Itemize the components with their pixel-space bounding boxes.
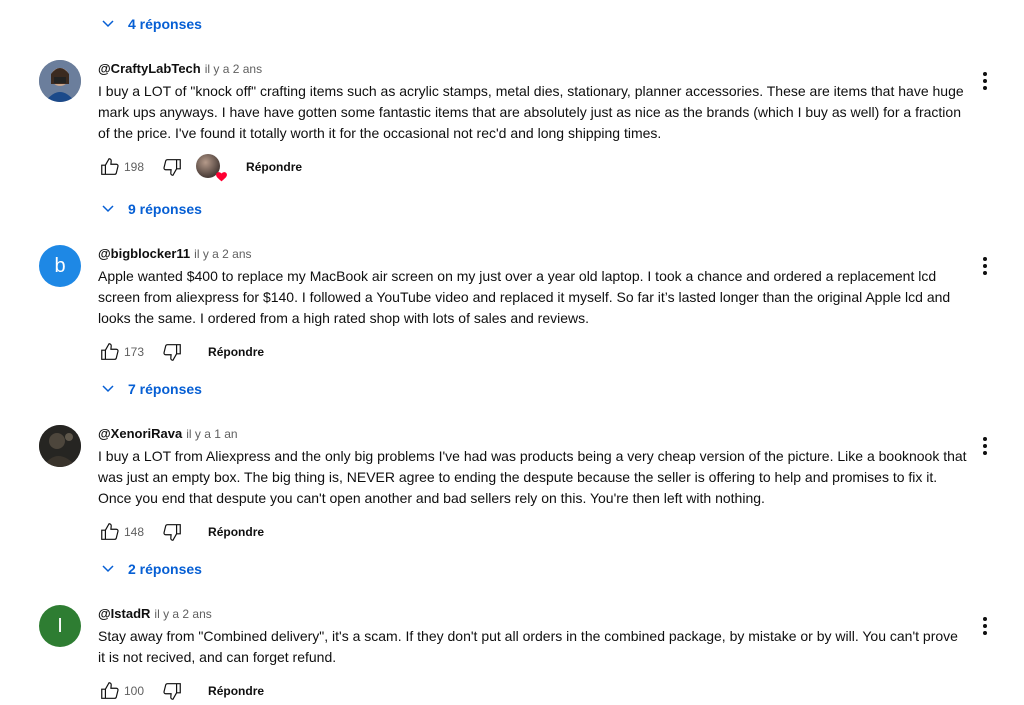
- like-count: 148: [124, 525, 145, 539]
- comment-actions: 173 Répondre: [98, 338, 968, 366]
- replies-toggle[interactable]: 2 réponses: [100, 557, 202, 581]
- heart-icon: [216, 172, 227, 182]
- thumbs-up-icon[interactable]: [98, 679, 122, 703]
- chevron-down-icon: [100, 560, 116, 579]
- comment-time[interactable]: il y a 1 an: [186, 427, 237, 441]
- comment-text: Stay away from "Combined delivery", it's…: [98, 628, 958, 665]
- comment-actions: 100 Répondre: [98, 677, 968, 705]
- reply-button[interactable]: Répondre: [208, 525, 264, 539]
- comment-body: @XenoriRava il y a 1 an I buy a LOT from …: [98, 425, 968, 546]
- thumbs-down-icon[interactable]: [160, 340, 184, 364]
- replies-toggle[interactable]: 9 réponses: [100, 197, 202, 221]
- chevron-down-icon: [100, 200, 116, 219]
- reply-button[interactable]: Répondre: [208, 684, 264, 698]
- comment-author[interactable]: @XenoriRava: [98, 426, 182, 441]
- avatar-letter: I: [57, 614, 63, 637]
- chevron-down-icon: [100, 380, 116, 399]
- like-count: 173: [124, 345, 145, 359]
- avatar-image-icon: [39, 425, 81, 467]
- comment-text: I buy a LOT of "knock off" crafting item…: [98, 83, 964, 141]
- more-options-icon[interactable]: [976, 437, 994, 455]
- thumbs-up-icon[interactable]: [98, 155, 122, 179]
- avatar-letter: b: [54, 254, 66, 277]
- thumbs-down-icon[interactable]: [160, 679, 184, 703]
- more-options-icon[interactable]: [976, 617, 994, 635]
- more-options-icon[interactable]: [976, 72, 994, 90]
- comment-time[interactable]: il y a 2 ans: [154, 607, 211, 621]
- comment-body: @CraftyLabTech il y a 2 ans I buy a LOT o…: [98, 60, 968, 182]
- comment-text: Apple wanted $400 to replace my MacBook …: [98, 268, 951, 326]
- comment-body: @bigblocker11 il y a 2 ans Apple wanted $…: [98, 245, 968, 366]
- comment-author[interactable]: @CraftyLabTech: [98, 61, 201, 76]
- chevron-down-icon: [100, 15, 116, 34]
- avatar[interactable]: [39, 425, 81, 467]
- avatar-image-icon: [39, 60, 81, 102]
- creator-heart: [196, 154, 227, 182]
- replies-count-label: 2 réponses: [128, 561, 202, 577]
- replies-count-label: 4 réponses: [128, 16, 202, 32]
- comment-time[interactable]: il y a 2 ans: [205, 62, 262, 76]
- comment-author[interactable]: @bigblocker11: [98, 246, 190, 261]
- thumbs-up-icon[interactable]: [98, 520, 122, 544]
- comment-body: @IstadR il y a 2 ans Stay away from "Comb…: [98, 605, 968, 705]
- replies-count-label: 7 réponses: [128, 381, 202, 397]
- comment-time[interactable]: il y a 2 ans: [194, 247, 251, 261]
- replies-toggle[interactable]: 7 réponses: [100, 377, 202, 401]
- thumbs-down-icon[interactable]: [160, 155, 184, 179]
- thumbs-up-icon[interactable]: [98, 340, 122, 364]
- replies-count-label: 9 réponses: [128, 201, 202, 217]
- like-count: 100: [124, 684, 145, 698]
- more-options-icon[interactable]: [976, 257, 994, 275]
- comment-actions: 148 Répondre: [98, 518, 968, 546]
- comment-actions: 198 Répondre: [98, 153, 968, 182]
- thumbs-down-icon[interactable]: [160, 520, 184, 544]
- avatar[interactable]: b: [39, 245, 81, 287]
- avatar[interactable]: I: [39, 605, 81, 647]
- comment-author[interactable]: @IstadR: [98, 606, 150, 621]
- avatar[interactable]: [39, 60, 81, 102]
- reply-button[interactable]: Répondre: [246, 160, 302, 174]
- reply-button[interactable]: Répondre: [208, 345, 264, 359]
- comment-text: I buy a LOT from Aliexpress and the only…: [98, 448, 967, 506]
- like-count: 198: [124, 160, 145, 174]
- replies-toggle[interactable]: 4 réponses: [100, 12, 202, 36]
